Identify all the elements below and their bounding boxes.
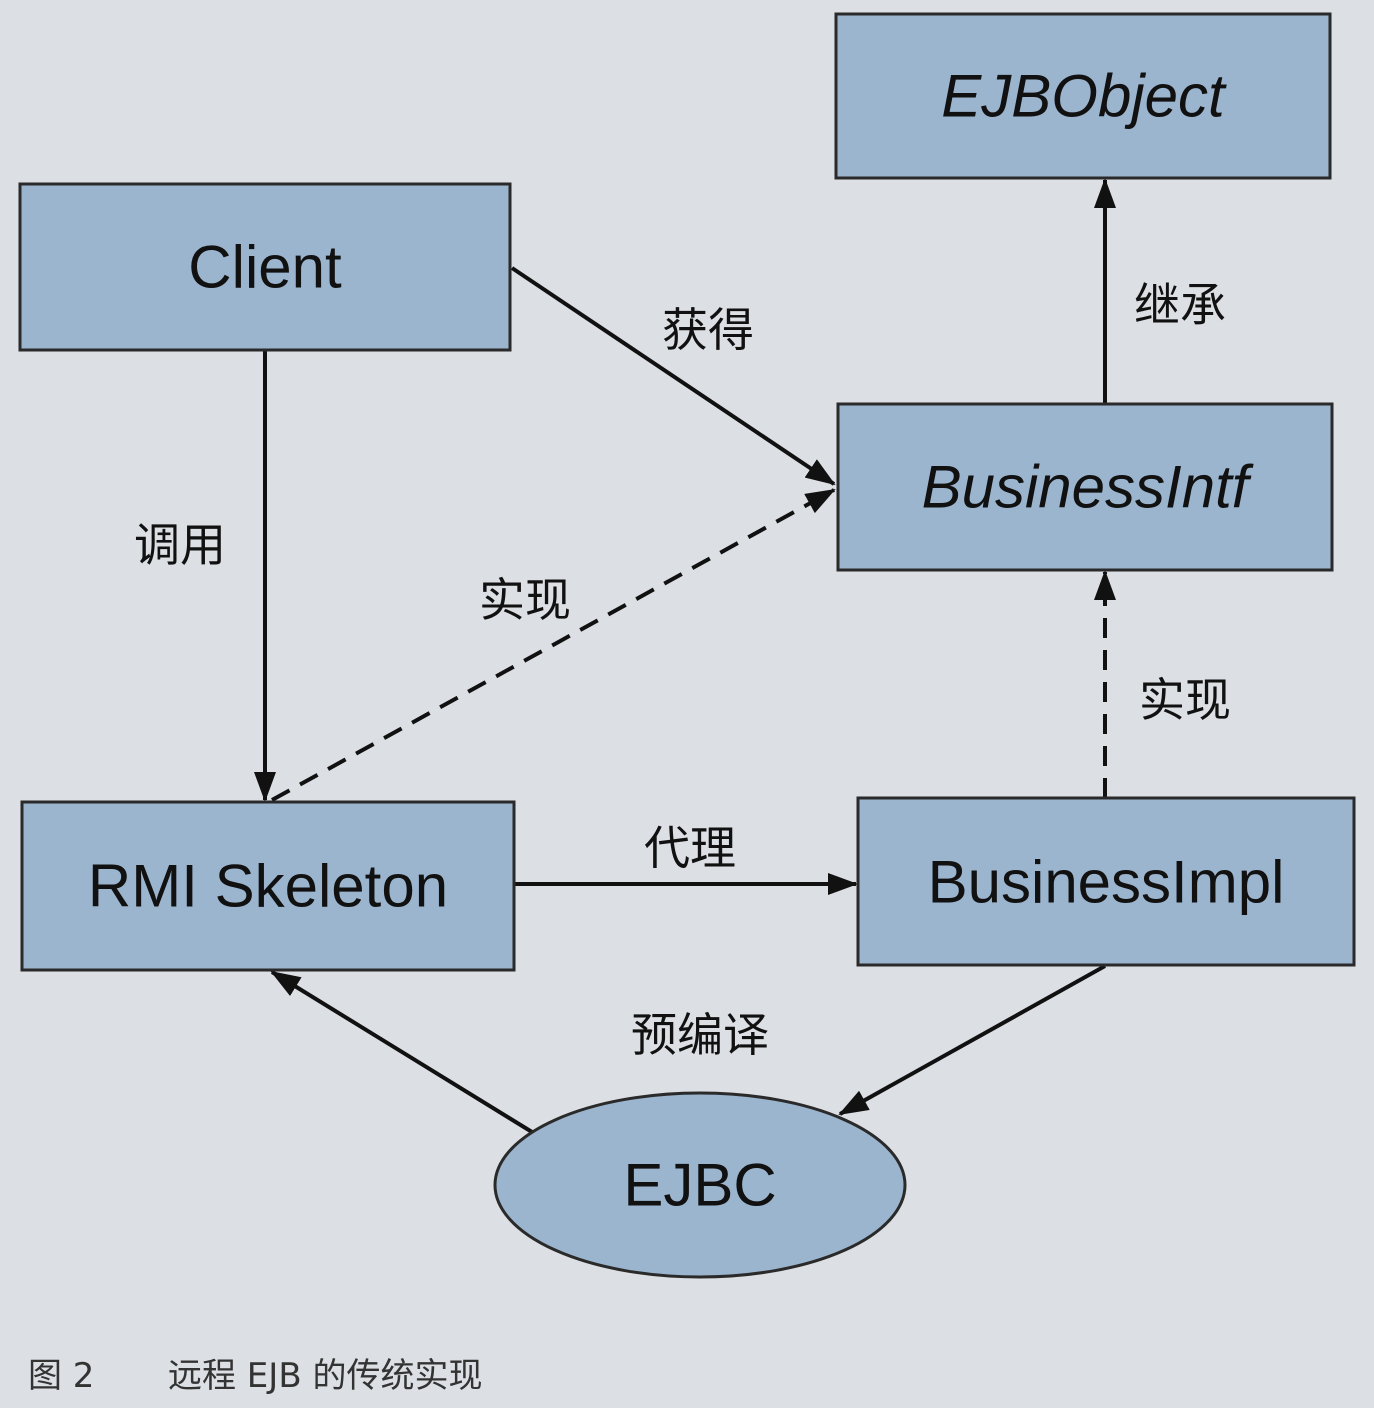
ejb-diagram: EJBObject Client BusinessIntf RMI Skelet… [0,0,1374,1408]
edge-label-implements-left: 实现 [479,573,571,627]
node-label-business-intf: BusinessIntf [922,454,1254,521]
node-label-business-impl: BusinessImpl [928,849,1285,916]
node-ejbc: EJBC [493,1091,907,1279]
node-ejbobject: EJBObject [834,12,1332,180]
node-label-rmi-skeleton: RMI Skeleton [88,853,448,920]
node-business-intf: BusinessIntf [836,402,1334,572]
node-client: Client [18,182,512,352]
edge-label-inherits: 继承 [1134,278,1226,332]
node-label-ejbobject: EJBObject [941,63,1227,130]
edge-label-obtain: 获得 [662,303,754,357]
edge-label-proxy: 代理 [644,821,736,875]
node-business-impl: BusinessImpl [856,796,1356,967]
edge-label-invoke: 调用 [134,518,226,572]
figure-number: 图 2 [28,1356,94,1396]
node-rmi-skeleton: RMI Skeleton [20,800,516,972]
node-label-ejbc: EJBC [623,1152,776,1219]
edge-label-implements-right: 实现 [1139,673,1231,727]
figure-caption-text: 远程 EJB 的传统实现 [168,1356,482,1396]
edge-label-precompile: 预编译 [631,1008,769,1062]
node-label-client: Client [188,234,342,301]
